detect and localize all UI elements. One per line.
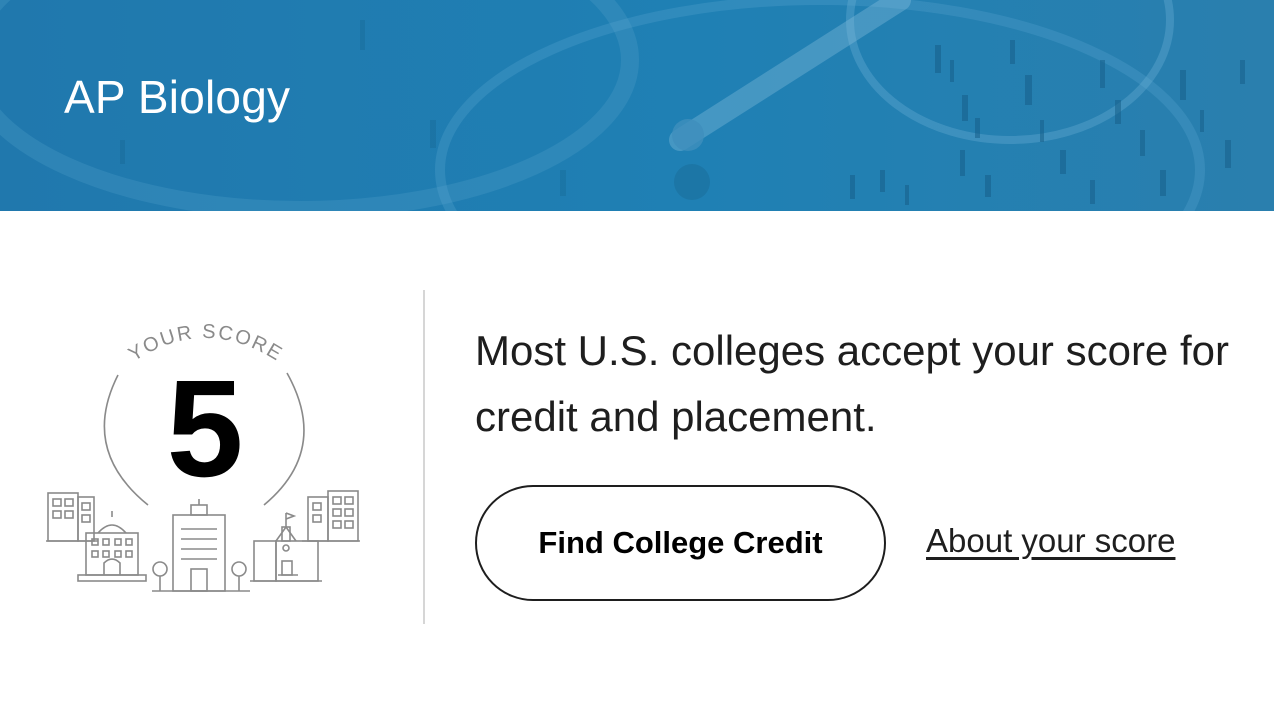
score-message: Most U.S. colleges accept your score for…: [475, 327, 1229, 440]
find-college-credit-button[interactable]: Find College Credit: [475, 485, 886, 601]
about-your-score-link[interactable]: About your score: [926, 522, 1175, 560]
page-title: AP Biology: [64, 71, 291, 123]
score-illustration: YOUR SCORE 5: [40, 305, 370, 605]
header-banner: AP Biology: [0, 0, 1274, 211]
vertical-divider: [423, 290, 425, 624]
score-value: 5: [166, 352, 244, 506]
